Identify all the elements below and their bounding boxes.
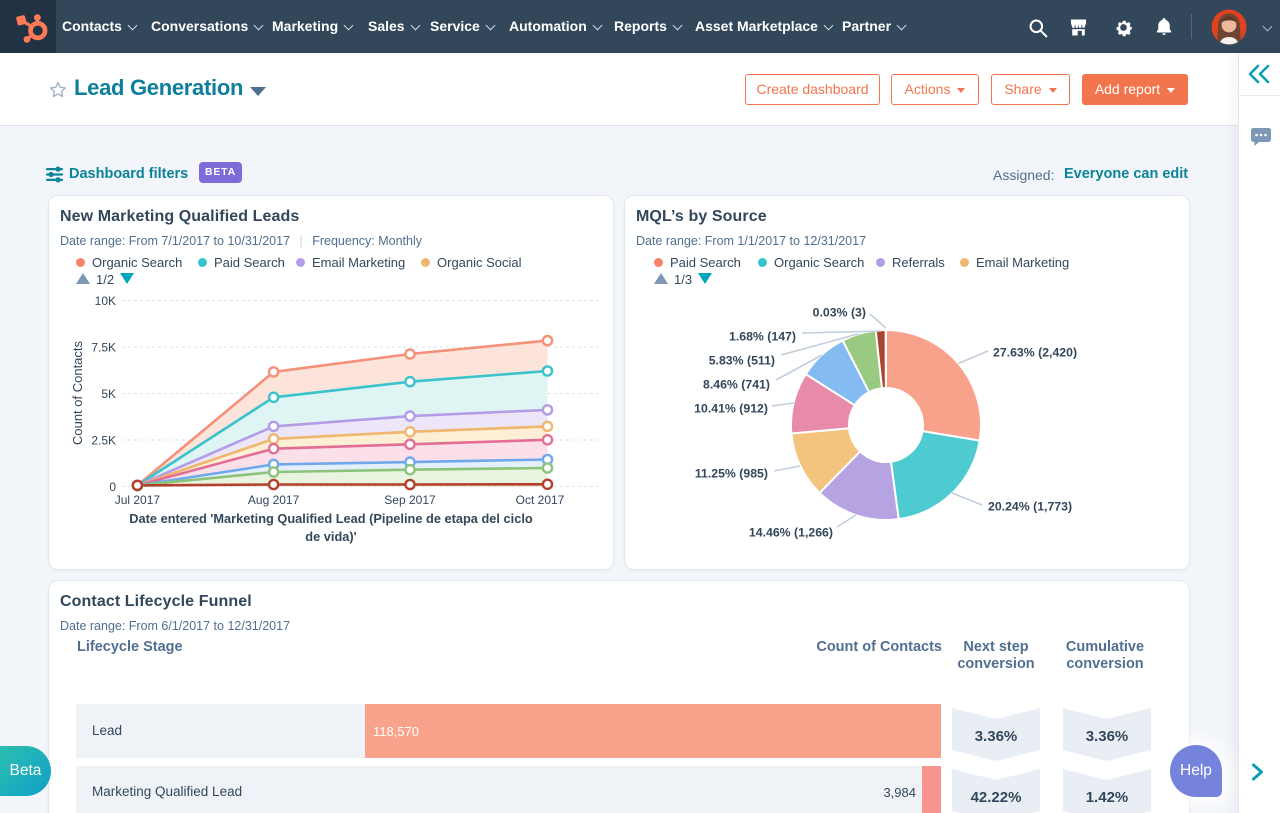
svg-text:Count of Contacts: Count of Contacts bbox=[70, 340, 85, 445]
svg-text:10K: 10K bbox=[95, 294, 116, 308]
svg-text:27.63% (2,420): 27.63% (2,420) bbox=[993, 346, 1077, 360]
svg-text:10.41% (912): 10.41% (912) bbox=[694, 402, 768, 416]
svg-text:Oct 2017: Oct 2017 bbox=[516, 493, 565, 507]
svg-text:11.25% (985): 11.25% (985) bbox=[695, 467, 768, 481]
svg-text:7.5K: 7.5K bbox=[91, 341, 116, 355]
svg-text:20.24% (1,773): 20.24% (1,773) bbox=[988, 500, 1072, 514]
svg-text:Sep 2017: Sep 2017 bbox=[384, 493, 436, 507]
svg-text:1.68% (147): 1.68% (147) bbox=[729, 330, 796, 344]
svg-text:8.46% (741): 8.46% (741) bbox=[703, 378, 770, 392]
svg-text:Aug 2017: Aug 2017 bbox=[248, 493, 300, 507]
svg-text:0: 0 bbox=[109, 480, 116, 494]
svg-text:14.46% (1,266): 14.46% (1,266) bbox=[749, 526, 833, 540]
svg-text:2.5K: 2.5K bbox=[91, 434, 116, 448]
svg-text:0.03% (3): 0.03% (3) bbox=[813, 306, 866, 320]
svg-text:5K: 5K bbox=[101, 387, 116, 401]
svg-text:Date entered 'Marketing Qualif: Date entered 'Marketing Qualified Lead (… bbox=[129, 511, 533, 526]
svg-text:Jul 2017: Jul 2017 bbox=[115, 493, 161, 507]
svg-text:de vida)': de vida)' bbox=[305, 529, 356, 544]
svg-text:5.83% (511): 5.83% (511) bbox=[709, 354, 775, 368]
